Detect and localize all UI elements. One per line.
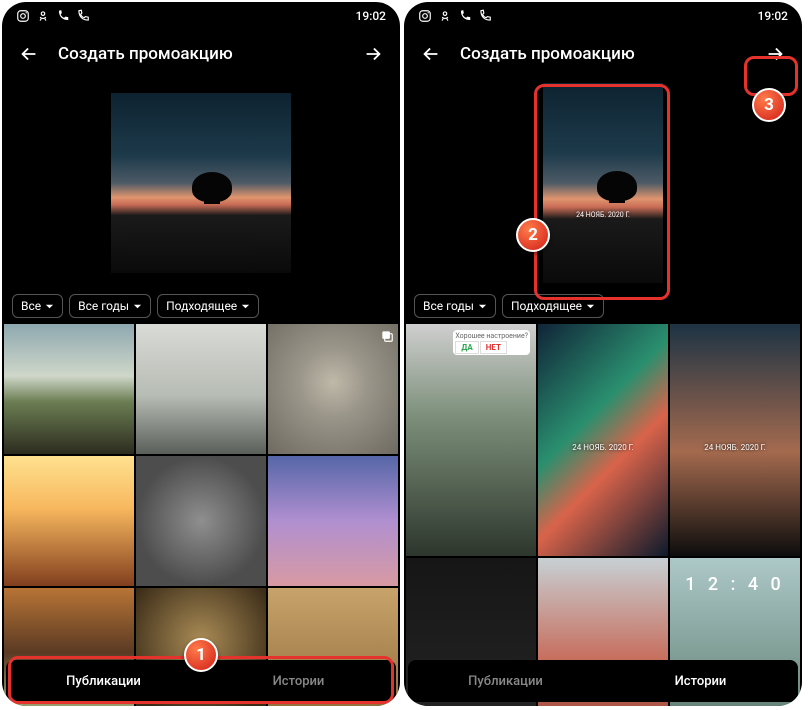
tab-stories[interactable]: Истории (603, 660, 798, 702)
ok-icon (36, 9, 50, 23)
page-title: Создать промоакцию (58, 44, 344, 64)
story-clock: 1 2 : 4 0 (670, 574, 800, 595)
status-bar: 19:02 (2, 2, 400, 30)
chip-label: Все годы (78, 299, 129, 313)
phone-icon (458, 9, 472, 23)
viber-icon (76, 9, 90, 23)
poll-sticker: Хорошее настроение? ДА НЕТ (453, 330, 530, 355)
status-icons-left (418, 9, 492, 23)
bottom-tabs: Публикации Истории (408, 660, 798, 702)
instagram-icon (16, 9, 30, 23)
poll-yes: ДА (455, 341, 478, 354)
story-overlay-text: 24 НОЯБ. 2020 Г. (538, 443, 668, 452)
arrow-right-icon (764, 43, 786, 65)
story-cell[interactable]: Хорошее настроение? ДА НЕТ (406, 324, 536, 556)
back-button[interactable] (414, 37, 448, 71)
poll-question: Хорошее настроение? (455, 332, 528, 340)
tab-stories[interactable]: Истории (201, 660, 396, 702)
instagram-icon (418, 9, 432, 23)
filters-row: Все Все годы Подходящее (2, 288, 400, 324)
chevron-down-icon (241, 302, 250, 311)
chevron-down-icon (478, 302, 487, 311)
grid-cell[interactable] (268, 456, 398, 586)
arrow-left-icon (18, 43, 40, 65)
arrow-left-icon (420, 43, 442, 65)
preview-image[interactable] (111, 93, 291, 273)
viber-icon (478, 9, 492, 23)
phone-right: 19:02 Создать промоакцию 24 НОЯБ. 2020 Г… (404, 2, 802, 706)
phone-left: 19:02 Создать промоакцию Все Все годы По… (2, 2, 400, 706)
filter-suitable[interactable]: Подходящее (502, 294, 604, 318)
chevron-down-icon (133, 302, 142, 311)
preview-overlay-text: 24 НОЯБ. 2020 Г. (543, 211, 663, 219)
filters-row: Все годы Подходящее (404, 288, 802, 324)
next-button[interactable] (356, 37, 390, 71)
story-cell[interactable]: 24 НОЯБ. 2020 Г. (538, 324, 668, 556)
back-button[interactable] (12, 37, 46, 71)
grid-cell[interactable] (268, 324, 398, 454)
story-cell[interactable]: 24 НОЯБ. 2020 Г. (670, 324, 800, 556)
status-time: 19:02 (356, 9, 386, 23)
preview-story[interactable]: 24 НОЯБ. 2020 Г. (543, 83, 663, 283)
tab-posts[interactable]: Публикации (6, 660, 201, 702)
grid-cell[interactable] (136, 324, 266, 454)
chevron-down-icon (45, 302, 54, 311)
carousel-icon (380, 328, 394, 342)
arrow-right-icon (362, 43, 384, 65)
filter-all[interactable]: Все (12, 294, 63, 318)
preview-area (2, 78, 400, 288)
filter-all-years[interactable]: Все годы (69, 294, 151, 318)
filter-all-years[interactable]: Все годы (414, 294, 496, 318)
story-overlay-text: 24 НОЯБ. 2020 Г. (670, 443, 800, 452)
preview-area: 24 НОЯБ. 2020 Г. (404, 78, 802, 288)
phone-icon (56, 9, 70, 23)
status-time: 19:02 (758, 9, 788, 23)
next-button[interactable] (758, 37, 792, 71)
grid-cell[interactable] (4, 456, 134, 586)
badge-1: 1 (184, 638, 218, 672)
status-icons-left (16, 9, 90, 23)
grid-cell[interactable] (4, 324, 134, 454)
badge-2: 2 (516, 218, 550, 252)
header: Создать промоакцию (404, 30, 802, 78)
badge-3: 3 (752, 88, 786, 122)
page-title: Создать промоакцию (460, 44, 746, 64)
header: Создать промоакцию (2, 30, 400, 78)
chip-label: Подходящее (166, 299, 237, 313)
ok-icon (438, 9, 452, 23)
chevron-down-icon (586, 302, 595, 311)
poll-no: НЕТ (480, 341, 507, 354)
filter-suitable[interactable]: Подходящее (157, 294, 259, 318)
tab-posts[interactable]: Публикации (408, 660, 603, 702)
status-bar: 19:02 (404, 2, 802, 30)
chip-label: Все годы (423, 299, 474, 313)
stories-grid: Хорошее настроение? ДА НЕТ 24 НОЯБ. 2020… (404, 324, 802, 706)
chip-label: Все (21, 299, 41, 313)
grid-cell[interactable] (136, 456, 266, 586)
chip-label: Подходящее (511, 299, 582, 313)
